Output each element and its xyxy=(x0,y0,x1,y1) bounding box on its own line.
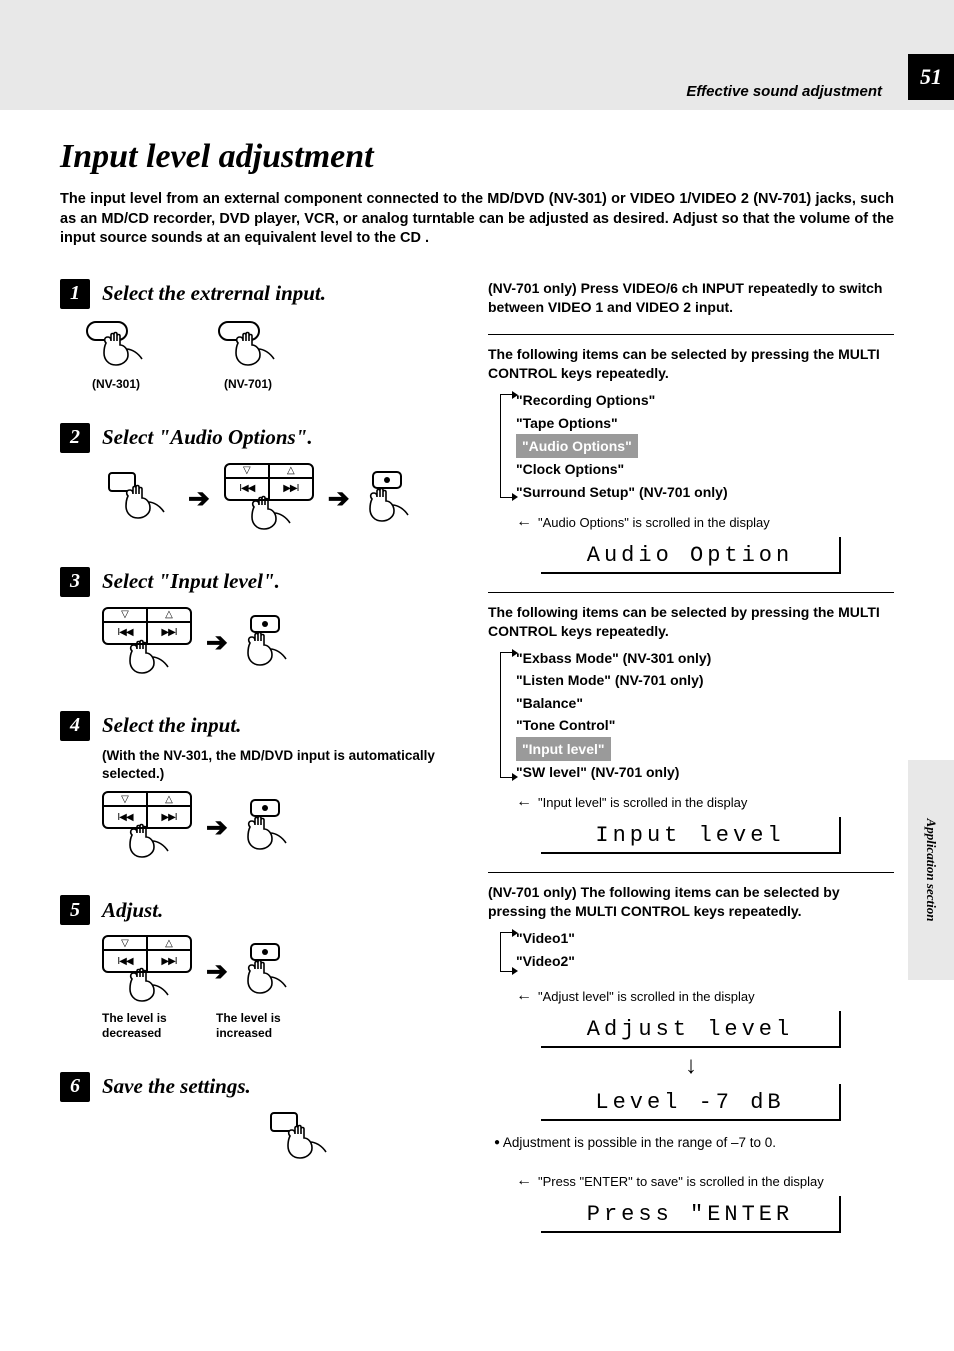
step-title-1: Select the extrernal input. xyxy=(102,281,326,306)
section-header: Effective sound adjustment xyxy=(686,83,882,100)
step-title-5: Adjust. xyxy=(102,898,163,923)
list-item: "Tape Options" xyxy=(516,412,894,434)
step-4: 4 Select the input. (With the NV-301, th… xyxy=(60,711,460,863)
multi-control-icon: ▽△ I◀◀▶▶I xyxy=(102,607,192,645)
step-6: 6 Save the settings. xyxy=(60,1072,460,1166)
list-item: "Surround Setup" (NV-701 only) xyxy=(516,481,894,503)
lcd-display: Press "ENTER xyxy=(541,1196,841,1233)
step-subtext-4: (With the NV-301, the MD/DVD input is au… xyxy=(102,747,460,783)
step-1: 1 Select the extrernal input. (NV-301) xyxy=(60,279,460,391)
page-number: 51 xyxy=(908,54,954,100)
side-tab: Application section xyxy=(908,760,954,980)
step-number-1: 1 xyxy=(60,279,90,309)
arrow-left-icon: ← xyxy=(516,987,532,1005)
side-tab-label: Application section xyxy=(923,819,939,922)
step-number-3: 3 xyxy=(60,567,90,597)
arrow-right-icon: ➔ xyxy=(328,483,350,514)
divider xyxy=(488,334,894,335)
divider xyxy=(488,592,894,593)
step-number-6: 6 xyxy=(60,1072,90,1102)
step-title-6: Save the settings. xyxy=(102,1074,251,1099)
list-item: "Recording Options" xyxy=(516,389,894,411)
scroll-note: ← "Audio Options" is scrolled in the dis… xyxy=(516,513,894,531)
model-label-a: (NV-301) xyxy=(80,377,152,391)
arrow-right-icon: ➔ xyxy=(206,627,228,658)
list-item: "SW level" (NV-701 only) xyxy=(516,761,894,783)
arrow-right-icon: ➔ xyxy=(206,956,228,987)
scroll-note: ← "Input level" is scrolled in the displ… xyxy=(516,793,894,811)
arrow-right-icon: ➔ xyxy=(188,483,210,514)
divider xyxy=(488,872,894,873)
intro-paragraph: The input level from an external compone… xyxy=(60,190,894,249)
range-note: Adjustment is possible in the range of –… xyxy=(494,1135,894,1150)
arrow-down-icon: ↓ xyxy=(488,1052,894,1080)
arrow-left-icon: ← xyxy=(516,1172,532,1190)
list-item: "Tone Control" xyxy=(516,714,894,736)
multi-control-icon: ▽△ I◀◀▶▶I xyxy=(102,935,192,973)
group2-list: "Exbass Mode" (NV-301 only) "Listen Mode… xyxy=(516,647,894,783)
model-label-b: (NV-701) xyxy=(212,377,284,391)
increase-label: The level is increased xyxy=(216,1011,306,1040)
scroll-note: ← "Press "ENTER" to save" is scrolled in… xyxy=(516,1172,894,1190)
list-item: "Balance" xyxy=(516,692,894,714)
decrease-label: The level is decreased xyxy=(102,1011,192,1040)
list-item: "Exbass Mode" (NV-301 only) xyxy=(516,647,894,669)
list-item: "Video1" xyxy=(516,927,894,949)
press-button-icon xyxy=(264,1112,336,1166)
press-button-icon xyxy=(212,319,284,373)
lcd-display: Audio Option xyxy=(541,537,841,574)
arrow-right-icon: ➔ xyxy=(206,812,228,843)
step-number-2: 2 xyxy=(60,423,90,453)
list-item: "Audio Options" xyxy=(516,434,894,458)
list-item: "Input level" xyxy=(516,737,894,761)
step-number-5: 5 xyxy=(60,895,90,925)
step-5: 5 Adjust. ▽△ I◀◀▶▶I ➔ xyxy=(60,895,460,1040)
multi-control-icon: ▽△ I◀◀▶▶I xyxy=(224,463,314,501)
page-title: Input level adjustment xyxy=(60,138,894,176)
arrow-left-icon: ← xyxy=(516,513,532,531)
list-item: "Listen Mode" (NV-701 only) xyxy=(516,669,894,691)
lcd-display: Adjust level xyxy=(541,1011,841,1048)
group1-intro: The following items can be selected by p… xyxy=(488,345,894,383)
step-title-2: Select "Audio Options". xyxy=(102,425,313,450)
step-3: 3 Select "Input level". ▽△ I◀◀▶▶I ➔ xyxy=(60,567,460,679)
step-2: 2 Select "Audio Options". ➔ ▽△ I◀◀▶▶I xyxy=(60,423,460,535)
nv701-note: (NV-701 only) Press VIDEO/6 ch INPUT rep… xyxy=(488,279,894,317)
lcd-display: Level -7 dB xyxy=(541,1084,841,1121)
press-button-icon xyxy=(102,472,174,526)
step-number-4: 4 xyxy=(60,711,90,741)
list-item: "Video2" xyxy=(516,950,894,972)
multi-control-icon: ▽△ I◀◀▶▶I xyxy=(102,791,192,829)
arrow-left-icon: ← xyxy=(516,793,532,811)
lcd-display: Input level xyxy=(541,817,841,854)
scroll-note: ← "Adjust level" is scrolled in the disp… xyxy=(516,987,894,1005)
step-title-3: Select "Input level". xyxy=(102,569,280,594)
page-header-band: Effective sound adjustment 51 xyxy=(0,0,954,110)
group3-list: "Video1" "Video2" xyxy=(516,927,894,977)
group2-intro: The following items can be selected by p… xyxy=(488,603,894,641)
step-title-4: Select the input. xyxy=(102,713,241,738)
list-item: "Clock Options" xyxy=(516,458,894,480)
group3-intro: (NV-701 only) The following items can be… xyxy=(488,883,894,921)
group1-list: "Recording Options" "Tape Options" "Audi… xyxy=(516,389,894,503)
press-button-icon xyxy=(80,319,152,373)
